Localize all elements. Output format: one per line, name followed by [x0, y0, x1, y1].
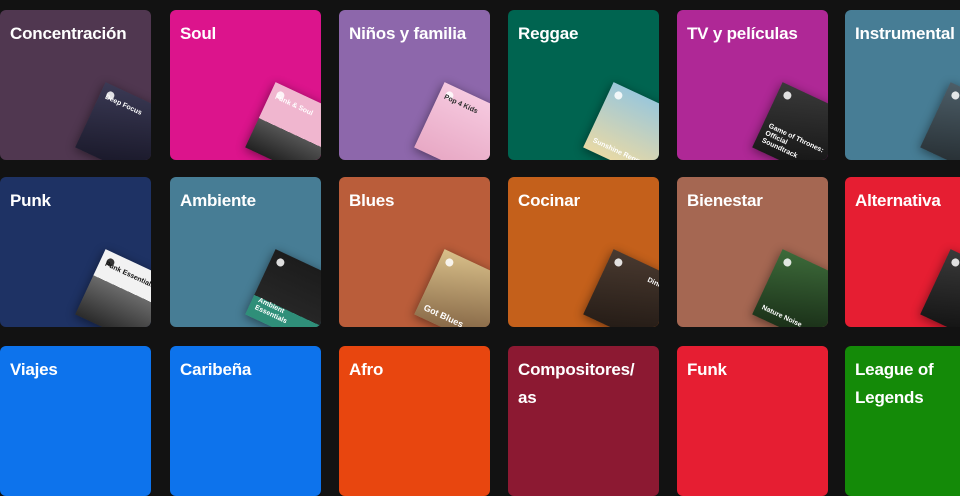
playlist-cover: Pop 4 Kids [414, 82, 490, 160]
genre-tile-reggae[interactable]: Reggae Sunshine Reggae [508, 10, 659, 160]
genre-label: Blues [349, 191, 395, 210]
genre-tile-league-of-legends[interactable]: League of Legends [845, 346, 960, 496]
spotify-logo-icon [782, 257, 793, 268]
genre-label: Cocinar [518, 191, 580, 210]
genre-label: Viajes [10, 360, 58, 379]
genre-label: Ambiente [180, 191, 256, 210]
genre-label: Afro [349, 360, 384, 379]
genre-label: Soul [180, 24, 217, 43]
genre-label: Compositores/ as [518, 360, 635, 407]
genre-tile-soul[interactable]: Soul Funk & Soul [170, 10, 321, 160]
spotify-logo-icon [613, 90, 624, 101]
genre-tile-bienestar[interactable]: Bienestar Nature Noise [677, 177, 828, 327]
genre-label: TV y películas [687, 24, 798, 43]
playlist-cover [920, 82, 960, 160]
genre-tile-ambiente[interactable]: Ambiente Ambient Essentials [170, 177, 321, 327]
genre-label: Reggae [518, 24, 579, 43]
spotify-logo-icon [275, 257, 286, 268]
spotify-logo-icon [950, 90, 960, 101]
genre-label: Instrumental [855, 24, 955, 43]
genre-tile-instrumental[interactable]: Instrumental [845, 10, 960, 160]
playlist-cover: Deep Focus [75, 82, 151, 160]
genre-tile-afro[interactable]: Afro [339, 346, 490, 496]
cover-title: Game of Thrones: Official Soundtrack [760, 122, 825, 160]
playlist-cover: Funk & Soul [245, 82, 321, 160]
playlist-cover: Punk Essentials [75, 249, 151, 327]
genre-tile-tv-y-peliculas[interactable]: TV y películas Game of Thrones: Official… [677, 10, 828, 160]
genre-tile-alternativa[interactable]: Alternativa [845, 177, 960, 327]
playlist-cover: Game of Thrones: Official Soundtrack [752, 82, 828, 160]
playlist-cover: Sunshine Reggae [583, 82, 659, 160]
cover-title: Funk & Soul [273, 93, 314, 118]
playlist-cover: Nature Noise [752, 249, 828, 327]
spotify-logo-icon [950, 257, 960, 268]
genre-tile-ninos-y-familia[interactable]: Niños y familia Pop 4 Kids [339, 10, 490, 160]
playlist-cover: Dinner [583, 249, 659, 327]
cover-title: Ambient Essentials [253, 297, 288, 326]
spotify-logo-icon [444, 257, 455, 268]
genre-tile-compositores[interactable]: Compositores/ as [508, 346, 659, 496]
genre-tile-viajes[interactable]: Viajes [0, 346, 151, 496]
genre-tile-blues[interactable]: Blues Got Blues [339, 177, 490, 327]
spotify-logo-icon [782, 90, 793, 101]
playlist-cover [920, 249, 960, 327]
genre-tile-caribena[interactable]: Caribeña [170, 346, 321, 496]
cover-title: Punk Essentials [103, 260, 151, 290]
genre-label: League of Legends [855, 360, 934, 407]
spotify-logo-icon [613, 257, 624, 268]
cover-title: Pop 4 Kids [442, 93, 479, 116]
genre-tile-punk[interactable]: Punk Punk Essentials [0, 177, 151, 327]
genre-label: Punk [10, 191, 51, 210]
genre-label: Funk [687, 360, 727, 379]
cover-title: Deep Focus [103, 93, 143, 117]
genre-tile-concentracion[interactable]: Concentración Deep Focus [0, 10, 151, 160]
genre-label: Alternativa [855, 191, 941, 210]
genre-label: Niños y familia [349, 24, 466, 43]
genre-label: Concentración [10, 24, 127, 43]
browse-genres-grid: Concentración Deep Focus Soul Funk & Sou… [0, 0, 960, 496]
cover-title: Got Blues [422, 302, 465, 327]
cover-title: Sunshine Reggae [591, 137, 648, 160]
genre-label: Bienestar [687, 191, 763, 210]
genre-tile-funk[interactable]: Funk [677, 346, 828, 496]
cover-title: Nature Noise [760, 304, 803, 327]
genre-label: Caribeña [180, 360, 252, 379]
playlist-cover: Got Blues [414, 249, 490, 327]
genre-tile-cocinar[interactable]: Cocinar Dinner [508, 177, 659, 327]
playlist-cover: Ambient Essentials [245, 249, 321, 327]
cover-title: Dinner [646, 276, 659, 293]
